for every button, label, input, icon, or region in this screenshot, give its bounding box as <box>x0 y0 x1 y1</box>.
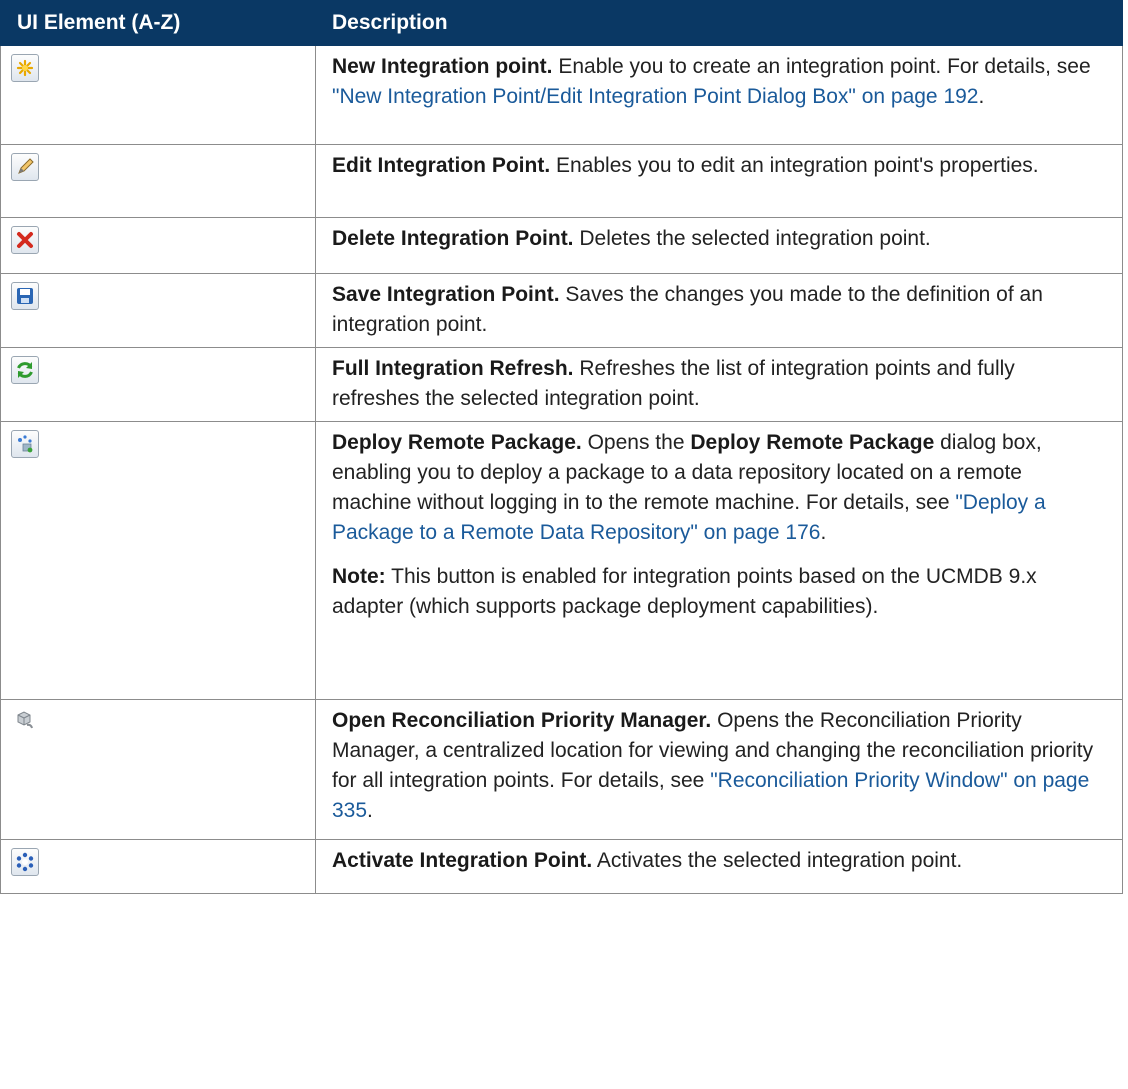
description-cell: Delete Integration Point. Deletes the se… <box>315 217 1123 274</box>
description-cell: Activate Integration Point. Activates th… <box>315 839 1123 894</box>
table-row: Delete Integration Point. Deletes the se… <box>0 217 1123 274</box>
icon-cell <box>0 45 316 145</box>
table-row: New Integration point. Enable you to cre… <box>0 45 1123 145</box>
description-text: Opens the <box>581 431 691 454</box>
punctuation: . <box>367 799 373 822</box>
icon-cell <box>0 217 316 274</box>
description-cell: New Integration point. Enable you to cre… <box>315 45 1123 145</box>
icon-cell <box>0 144 316 218</box>
column-header-ui-element: UI Element (A-Z) <box>0 0 316 46</box>
deploy-icon <box>11 430 39 458</box>
dialog-name: Deploy Remote Package <box>690 431 935 454</box>
element-title: Save Integration Point. <box>332 283 560 306</box>
activate-icon <box>11 848 39 876</box>
delete-icon <box>11 226 39 254</box>
table-row: Activate Integration Point. Activates th… <box>0 839 1123 894</box>
refresh-icon <box>11 356 39 384</box>
punctuation: . <box>978 85 985 108</box>
element-title: Open Reconciliation Priority Manager. <box>332 709 712 732</box>
table-row: Full Integration Refresh. Refreshes the … <box>0 347 1123 422</box>
edit-icon <box>11 153 39 181</box>
description-text: Deletes the selected integration point. <box>573 227 931 250</box>
icon-cell <box>0 839 316 894</box>
description-cell: Deploy Remote Package. Opens the Deploy … <box>315 421 1123 700</box>
icon-cell <box>0 347 316 422</box>
table-row: Edit Integration Point. Enables you to e… <box>0 144 1123 218</box>
icon-cell <box>0 699 316 840</box>
table-row: Deploy Remote Package. Opens the Deploy … <box>0 421 1123 700</box>
column-header-description: Description <box>315 0 1123 46</box>
table-row: Open Reconciliation Priority Manager. Op… <box>0 699 1123 840</box>
description-text: Activates the selected integration point… <box>592 849 963 872</box>
element-title: Edit Integration Point. <box>332 154 551 177</box>
description-cell: Full Integration Refresh. Refreshes the … <box>315 347 1123 422</box>
element-title: Activate Integration Point. <box>332 849 593 872</box>
note-text: This button is enabled for integration p… <box>332 565 1037 618</box>
save-icon <box>11 282 39 310</box>
description-text: Enables you to edit an integration point… <box>550 154 1039 177</box>
note-label: Note: <box>332 565 386 588</box>
element-title: New Integration point. <box>332 55 553 78</box>
table-header-row: UI Element (A-Z) Description <box>0 0 1123 46</box>
new-icon <box>11 54 39 82</box>
ui-elements-table: UI Element (A-Z) Description New Integra… <box>0 0 1123 894</box>
description-text: Enable you to create an integration poin… <box>552 55 1091 78</box>
cross-reference-link[interactable]: "New Integration Point/Edit Integration … <box>332 85 979 108</box>
element-title: Delete Integration Point. <box>332 227 574 250</box>
punctuation: . <box>820 521 827 544</box>
description-cell: Save Integration Point. Saves the change… <box>315 273 1123 348</box>
element-title: Full Integration Refresh. <box>332 357 574 380</box>
description-cell: Edit Integration Point. Enables you to e… <box>315 144 1123 218</box>
reconciliation-icon <box>11 708 39 736</box>
table-row: Save Integration Point. Saves the change… <box>0 273 1123 348</box>
icon-cell <box>0 421 316 700</box>
icon-cell <box>0 273 316 348</box>
element-title: Deploy Remote Package. <box>332 431 582 454</box>
description-cell: Open Reconciliation Priority Manager. Op… <box>315 699 1123 840</box>
